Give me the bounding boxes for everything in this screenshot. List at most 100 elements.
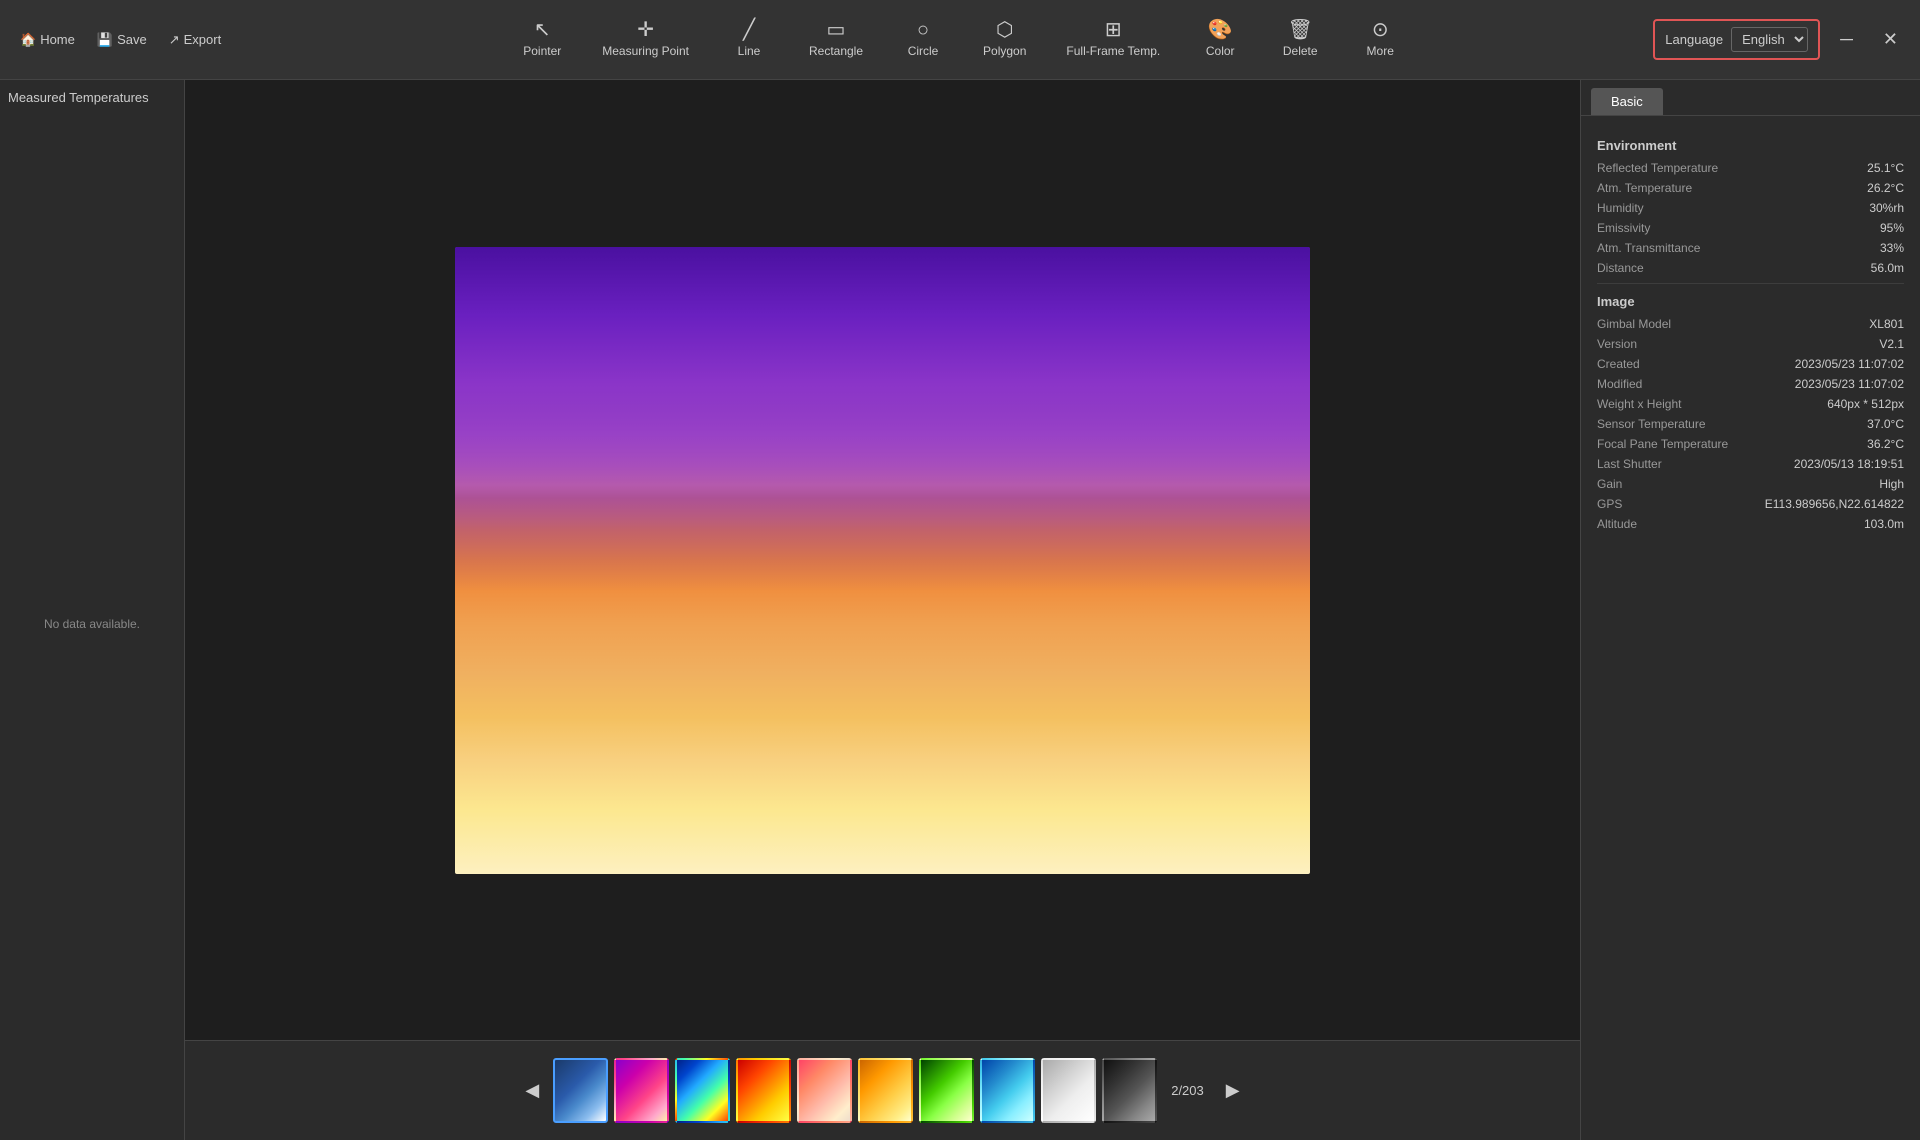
img-label-9: GPS — [1597, 497, 1757, 511]
line-label: Line — [738, 44, 761, 58]
tool-pointer[interactable]: ↖ Pointer — [502, 14, 582, 64]
tool-circle[interactable]: ○Circle — [883, 14, 963, 64]
color-label: Color — [1206, 44, 1235, 58]
page-indicator: 2/203 — [1163, 1083, 1212, 1098]
env-row-2: Humidity 30%rh — [1597, 201, 1904, 215]
img-value-8: High — [1879, 477, 1904, 491]
img-label-8: Gain — [1597, 477, 1871, 491]
img-value-6: 36.2°C — [1867, 437, 1904, 451]
img-label-10: Altitude — [1597, 517, 1856, 531]
env-row-3: Emissivity 95% — [1597, 221, 1904, 235]
img-row-6: Focal Pane Temperature 36.2°C — [1597, 437, 1904, 451]
img-value-4: 640px * 512px — [1827, 397, 1904, 411]
rectangle-label: Rectangle — [809, 44, 863, 58]
thumbnail-3[interactable] — [675, 1058, 730, 1123]
save-button[interactable]: 💾 Save — [89, 28, 155, 52]
img-row-4: Weight x Height 640px * 512px — [1597, 397, 1904, 411]
save-icon: 💾 — [97, 32, 113, 48]
right-panel: Basic Environment Reflected Temperature … — [1580, 80, 1920, 1140]
tool-line[interactable]: ╱Line — [709, 14, 789, 64]
env-value-5: 56.0m — [1871, 261, 1904, 275]
img-row-7: Last Shutter 2023/05/13 18:19:51 — [1597, 457, 1904, 471]
pointer-icon: ↖ — [534, 20, 551, 40]
env-row-5: Distance 56.0m — [1597, 261, 1904, 275]
color-icon: 🎨 — [1208, 20, 1233, 40]
img-row-1: Version V2.1 — [1597, 337, 1904, 351]
center-panel: ◀ 2/203 ▶ — [185, 80, 1580, 1140]
img-value-9: E113.989656,N22.614822 — [1765, 497, 1904, 511]
img-row-5: Sensor Temperature 37.0°C — [1597, 417, 1904, 431]
tab-basic[interactable]: Basic — [1591, 88, 1663, 115]
home-icon: 🏠 — [20, 32, 36, 48]
thumbnail-2[interactable] — [614, 1058, 669, 1123]
toolbar: 🏠 Home 💾 Save ↗ Export ↖ Pointer ✛ Measurin… — [0, 0, 1920, 80]
img-row-3: Modified 2023/05/23 11:07:02 — [1597, 377, 1904, 391]
measuring-point-label: Measuring Point — [602, 44, 689, 58]
img-value-0: XL801 — [1869, 317, 1904, 331]
env-value-3: 95% — [1880, 221, 1904, 235]
thumbnail-8[interactable] — [980, 1058, 1035, 1123]
thumbnail-5[interactable] — [797, 1058, 852, 1123]
delete-icon: 🗑 — [1288, 20, 1313, 40]
circle-icon: ○ — [917, 20, 929, 40]
tool-full-frame[interactable]: ⊞Full-Frame Temp. — [1046, 14, 1180, 64]
minimize-button[interactable]: ─ — [1830, 25, 1863, 54]
pointer-label: Pointer — [523, 44, 561, 58]
img-label-6: Focal Pane Temperature — [1597, 437, 1859, 451]
measuring-point-icon: ✛ — [637, 20, 654, 40]
export-button[interactable]: ↗ Export — [161, 28, 229, 52]
tool-delete[interactable]: 🗑Delete — [1260, 14, 1340, 64]
thumbnail-1[interactable] — [553, 1058, 608, 1123]
language-label: Language — [1665, 32, 1723, 47]
more-label: More — [1367, 44, 1394, 58]
env-row-0: Reflected Temperature 25.1°C — [1597, 161, 1904, 175]
image-rows: Gimbal Model XL801 Version V2.1 Created … — [1597, 317, 1904, 531]
img-label-4: Weight x Height — [1597, 397, 1819, 411]
tool-color[interactable]: 🎨 Color — [1180, 14, 1260, 64]
panel-tabs: Basic — [1581, 80, 1920, 116]
image-section-title: Image — [1597, 294, 1904, 309]
export-icon: ↗ — [169, 32, 180, 48]
polygon-label: Polygon — [983, 44, 1026, 58]
img-value-1: V2.1 — [1879, 337, 1904, 351]
env-value-0: 25.1°C — [1867, 161, 1904, 175]
toolbar-right: Language English 中文 ─ ✕ — [1653, 19, 1908, 60]
close-button[interactable]: ✕ — [1873, 25, 1908, 54]
section-divider — [1597, 283, 1904, 284]
prev-image-button[interactable]: ◀ — [517, 1076, 547, 1105]
tool-more[interactable]: ⊙More — [1340, 14, 1420, 64]
rectangle-icon: ▭ — [827, 20, 846, 40]
img-value-10: 103.0m — [1864, 517, 1904, 531]
img-label-2: Created — [1597, 357, 1787, 371]
thumbnail-6[interactable] — [858, 1058, 913, 1123]
thumbnail-7[interactable] — [919, 1058, 974, 1123]
export-label: Export — [184, 32, 222, 47]
img-label-0: Gimbal Model — [1597, 317, 1861, 331]
env-value-1: 26.2°C — [1867, 181, 1904, 195]
img-row-2: Created 2023/05/23 11:07:02 — [1597, 357, 1904, 371]
env-label-3: Emissivity — [1597, 221, 1872, 235]
environment-section-title: Environment — [1597, 138, 1904, 153]
language-dropdown[interactable]: English 中文 — [1731, 27, 1808, 52]
measured-temperatures-title: Measured Temperatures — [8, 90, 176, 105]
img-row-9: GPS E113.989656,N22.614822 — [1597, 497, 1904, 511]
thumbnail-4[interactable] — [736, 1058, 791, 1123]
tool-measuring-point[interactable]: ✛ Measuring Point — [582, 14, 709, 64]
toolbar-tools: ↖ Pointer ✛ Measuring Point ╱Line ▭ Rectangle ○… — [269, 14, 1653, 64]
thumbnail-bar: ◀ 2/203 ▶ — [185, 1040, 1580, 1140]
thumbnail-9[interactable] — [1041, 1058, 1096, 1123]
home-button[interactable]: 🏠 Home — [12, 28, 83, 52]
left-panel: Measured Temperatures No data available. — [0, 80, 185, 1140]
img-label-5: Sensor Temperature — [1597, 417, 1859, 431]
tool-polygon[interactable]: ⬡Polygon — [963, 14, 1046, 64]
img-label-3: Modified — [1597, 377, 1787, 391]
save-label: Save — [117, 32, 147, 47]
language-selector[interactable]: Language English 中文 — [1653, 19, 1820, 60]
tool-rectangle[interactable]: ▭ Rectangle — [789, 14, 883, 64]
next-image-button[interactable]: ▶ — [1218, 1076, 1248, 1105]
env-label-1: Atm. Temperature — [1597, 181, 1859, 195]
env-label-5: Distance — [1597, 261, 1863, 275]
env-label-2: Humidity — [1597, 201, 1861, 215]
thumbnail-10[interactable] — [1102, 1058, 1157, 1123]
environment-rows: Reflected Temperature 25.1°C Atm. Temper… — [1597, 161, 1904, 275]
